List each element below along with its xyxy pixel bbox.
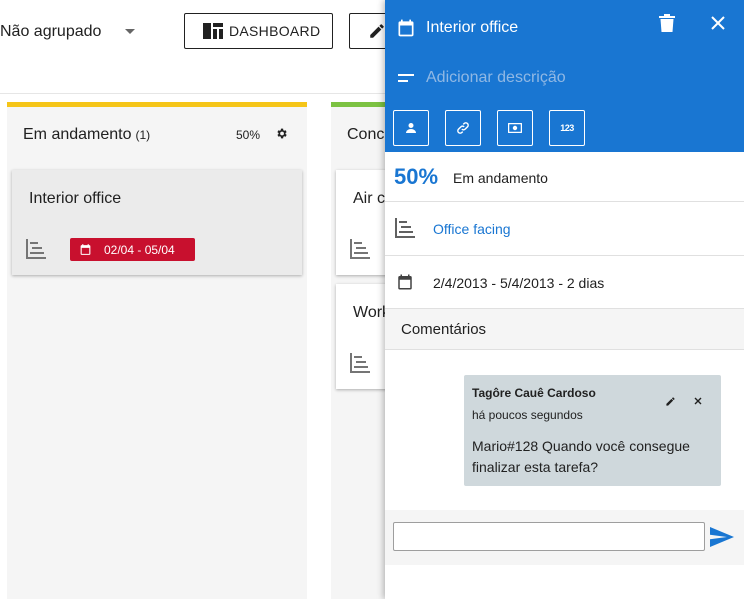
- grouping-select[interactable]: Não agrupado: [0, 18, 150, 46]
- kanban-column-in-progress: Em andamento (1) 50% Interior office 02/…: [7, 102, 307, 599]
- comment-author: Tagôre Cauê Cardoso: [472, 386, 596, 400]
- dashboard-button[interactable]: DASHBOARD: [184, 13, 333, 49]
- gantt-row: Office facing: [385, 202, 744, 256]
- close-icon[interactable]: [711, 16, 725, 30]
- task-title[interactable]: Interior office: [426, 19, 518, 37]
- task-card-title: Air c: [353, 190, 385, 207]
- gear-icon[interactable]: [275, 127, 288, 140]
- link-button[interactable]: [445, 110, 481, 146]
- column-header: Em andamento (1) 50%: [7, 107, 307, 163]
- comment-bubble: Tagôre Cauê Cardoso há poucos segundos M…: [464, 375, 721, 486]
- comment-input[interactable]: [393, 522, 705, 551]
- grouping-select-value: Não agrupado: [0, 23, 102, 40]
- money-icon: [508, 123, 522, 133]
- due-date-text: 02/04 - 05/04: [104, 242, 175, 257]
- progress-percent: 50%: [394, 164, 439, 189]
- progress-row[interactable]: 50% Em andamento: [385, 152, 744, 202]
- calendar-icon: [398, 274, 412, 290]
- comments-header: Comentários: [385, 309, 744, 350]
- comments-heading: Comentários: [401, 321, 487, 338]
- chevron-down-icon: [125, 29, 135, 34]
- comment-composer: [385, 510, 744, 565]
- link-icon: [457, 122, 469, 134]
- close-icon[interactable]: [694, 397, 702, 405]
- trash-icon[interactable]: [659, 14, 675, 32]
- date-range-text: 2/4/2013 - 5/4/2013 - 2 dias: [433, 275, 605, 291]
- comment-time: há poucos segundos: [472, 408, 583, 422]
- column-count: (1): [135, 128, 151, 142]
- assign-user-button[interactable]: [393, 110, 429, 146]
- dashboard-button-label: DASHBOARD: [229, 23, 321, 39]
- pencil-icon[interactable]: [665, 396, 676, 407]
- gantt-icon: [350, 353, 370, 373]
- numbers-icon: 123: [560, 123, 574, 133]
- calendar-icon: [398, 19, 414, 37]
- description-icon: [398, 74, 414, 82]
- send-icon[interactable]: [710, 527, 734, 547]
- column-percent: 50%: [236, 128, 261, 142]
- gantt-link[interactable]: Office facing: [433, 221, 511, 237]
- date-row[interactable]: 2/4/2013 - 5/4/2013 - 2 dias: [385, 256, 744, 309]
- column-title: Em andamento: [23, 126, 132, 143]
- column-title: Concl: [347, 126, 388, 143]
- gantt-icon: [350, 239, 370, 259]
- task-card[interactable]: Interior office 02/04 - 05/04: [12, 170, 302, 275]
- estimate-button[interactable]: 123: [549, 110, 585, 146]
- pencil-icon: [370, 24, 384, 38]
- gantt-icon: [26, 239, 46, 259]
- task-card-title: Interior office: [29, 190, 122, 207]
- gantt-icon: [395, 218, 415, 238]
- task-detail-panel: Interior office Adicionar descrição 123 …: [385, 0, 744, 599]
- status-label: Em andamento: [453, 170, 548, 186]
- due-date-chip[interactable]: 02/04 - 05/04: [70, 238, 195, 261]
- cost-button[interactable]: [497, 110, 533, 146]
- comment-text: Mario#128 Quando você consegue finalizar…: [472, 438, 690, 475]
- task-detail-header: Interior office Adicionar descrição 123: [385, 0, 744, 152]
- person-icon: [406, 123, 416, 133]
- description-input[interactable]: Adicionar descrição: [426, 69, 566, 87]
- calendar-icon: [80, 244, 91, 255]
- dashboard-icon: [203, 23, 223, 39]
